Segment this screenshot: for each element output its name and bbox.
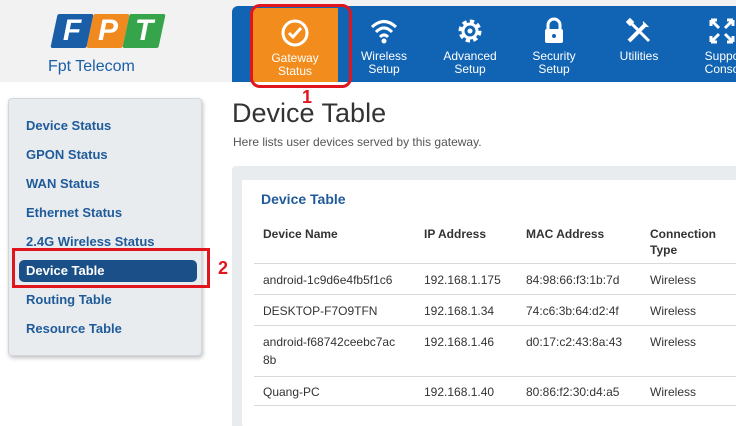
sidebar-item-gpon-status[interactable]: GPON Status — [19, 144, 197, 166]
cell-connection-type: Wireless — [650, 385, 697, 399]
annotation-box-1 — [250, 4, 352, 88]
annotation-box-2 — [12, 248, 210, 288]
cell-mac-address: 84:98:66:f3:1b:7d — [526, 273, 620, 287]
nav-label: Wireless Setup — [360, 49, 407, 76]
nav-label: Suppo Conso — [704, 49, 736, 76]
column-header-mac-address: MAC Address — [526, 227, 605, 241]
cell-connection-type: Wireless — [650, 304, 697, 318]
cell-mac-address: 80:86:f2:30:d4:a5 — [526, 385, 620, 399]
row-divider — [254, 376, 736, 377]
cell-connection-type: Wireless — [650, 335, 697, 349]
page-subtitle: Here lists user devices served by this g… — [233, 135, 482, 149]
row-divider — [254, 294, 736, 295]
sidebar-item-device-status[interactable]: Device Status — [19, 115, 197, 137]
nav-label: Security Setup — [532, 49, 576, 76]
gear-icon — [458, 19, 482, 43]
tools-icon — [625, 17, 651, 43]
arrows-icon — [709, 18, 735, 44]
nav-advanced-setup[interactable]: Advanced Setup — [427, 6, 513, 82]
column-header-connection-type: Connection Type — [650, 227, 716, 257]
row-divider — [254, 263, 736, 264]
cell-ip-address: 192.168.1.40 — [424, 385, 495, 399]
column-header-device-name: Device Name — [263, 227, 338, 241]
sidebar-item-wan-status[interactable]: WAN Status — [19, 173, 197, 195]
logo-tiles: F P T — [50, 10, 166, 50]
fpt-logo[interactable]: F P T Fpt Telecom — [22, 6, 166, 78]
logo-tile-t: T — [122, 14, 166, 48]
page-title: Device Table — [232, 98, 387, 128]
cell-ip-address: 192.168.1.34 — [424, 304, 495, 318]
wifi-icon — [370, 20, 398, 44]
annotation-number-2: 2 — [218, 258, 229, 278]
cell-device-name: DESKTOP-F7O9TFN — [263, 304, 378, 318]
nav-label: Utilities — [619, 49, 659, 63]
row-divider — [254, 405, 736, 406]
row-divider — [254, 325, 736, 326]
cell-ip-address: 192.168.1.175 — [424, 273, 501, 287]
nav-utilities[interactable]: Utilities — [596, 6, 682, 82]
sidebar-item-resource-table[interactable]: Resource Table — [19, 318, 197, 340]
nav-label: Advanced Setup — [443, 49, 497, 76]
cell-mac-address: 74:c6:3b:64:d2:4f — [526, 304, 619, 318]
nav-support-console[interactable]: Suppo Conso — [679, 6, 736, 82]
card-title: Device Table — [261, 191, 346, 207]
nav-wireless-setup[interactable]: Wireless Setup — [341, 6, 427, 82]
cell-device-name: android-1c9d6e4fb5f1c6 — [263, 273, 393, 287]
sidebar-item-ethernet-status[interactable]: Ethernet Status — [19, 202, 197, 224]
sidebar-item-routing-table[interactable]: Routing Table — [19, 289, 197, 311]
cell-mac-address: d0:17:c2:43:8a:43 — [526, 335, 623, 349]
cell-device-name: android-f68742ceebc7ac 8b — [263, 335, 396, 367]
lock-icon — [545, 17, 563, 43]
sidebar: Device Status GPON Status WAN Status Eth… — [8, 98, 202, 356]
cell-connection-type: Wireless — [650, 273, 697, 287]
column-header-ip-address: IP Address — [424, 227, 487, 241]
cell-ip-address: 192.168.1.46 — [424, 335, 495, 349]
logo-text: Fpt Telecom — [48, 58, 135, 75]
cell-device-name: Quang-PC — [263, 385, 320, 399]
nav-security-setup[interactable]: Security Setup — [511, 6, 597, 82]
